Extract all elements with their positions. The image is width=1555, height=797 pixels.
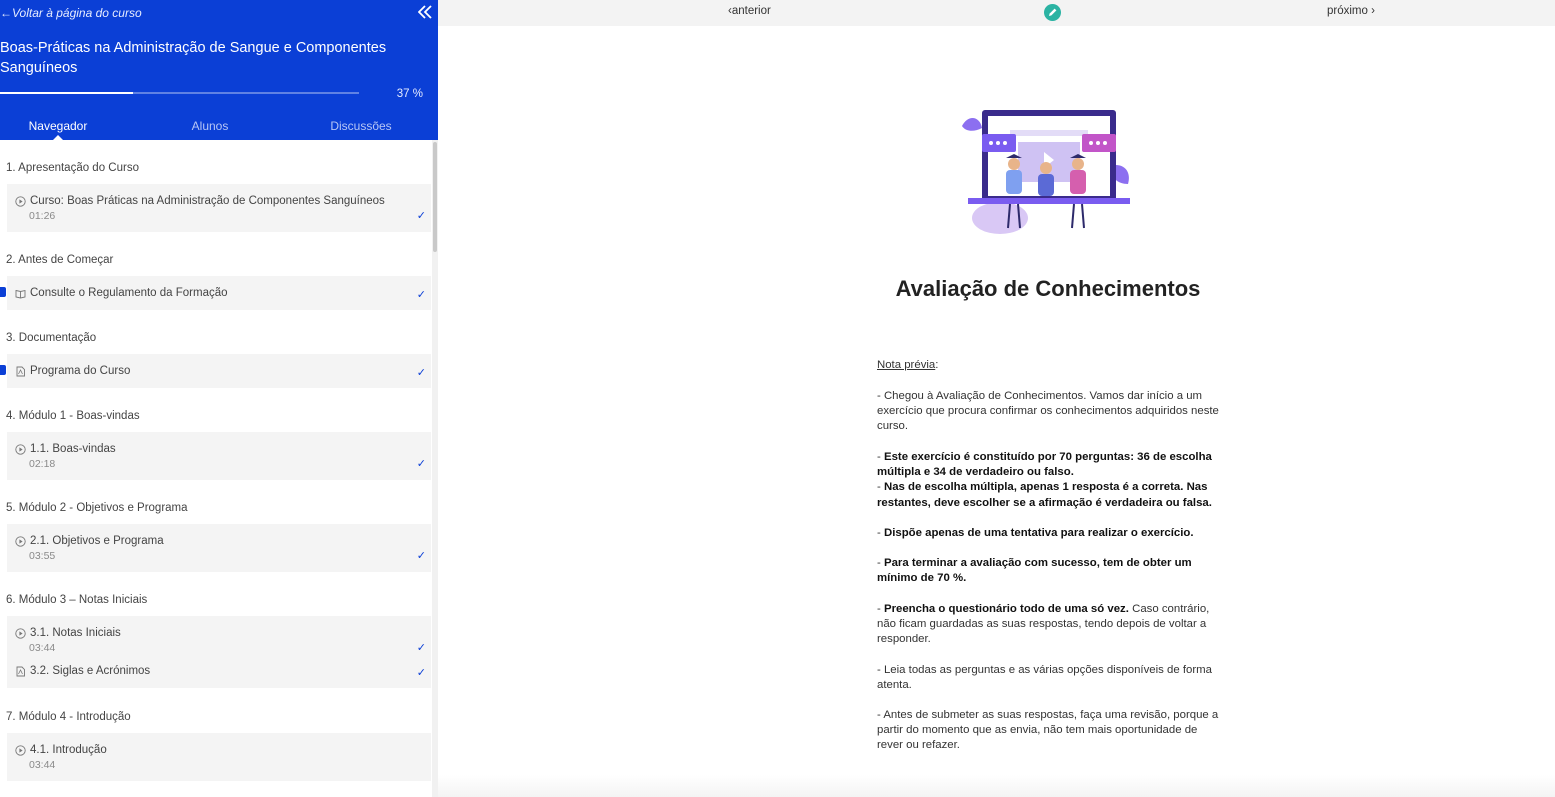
lesson-label: 3.1. Notas Iniciais [30, 627, 121, 639]
back-to-course-link[interactable]: ←Voltar à página do curso [0, 6, 142, 20]
lesson-item[interactable]: 2.1. Objetivos e Programa 03:55 ✓ [7, 524, 431, 572]
tab-discussoes[interactable]: Discussões [330, 119, 391, 133]
lesson-duration: 03:44 [29, 642, 56, 654]
section-title: 6. Módulo 3 – Notas Iniciais [6, 594, 148, 606]
play-circle-icon [15, 443, 26, 455]
paragraph: - Chegou à Avaliação de Conhecimentos. V… [877, 390, 1219, 433]
bold-text: Preencha o questionário todo de uma só v… [883, 603, 1129, 615]
bold-text: Para terminar a avaliação com sucesso, t… [877, 557, 1192, 585]
completed-check-icon: ✓ [416, 367, 426, 379]
play-circle-icon [15, 195, 26, 207]
lesson-topbar: ‹anterior próximo › [438, 0, 1555, 26]
paragraph: - Dispõe apenas de uma tentativa para re… [877, 527, 1194, 539]
section-title: 5. Módulo 2 - Objetivos e Programa [6, 502, 188, 514]
lesson-label: 1.1. Boas-vindas [30, 443, 116, 455]
course-navigator: 1. Apresentação do Curso Curso: Boas Prá… [0, 140, 432, 797]
section-title: 4. Módulo 1 - Boas-vindas [6, 410, 140, 422]
course-progress-bar [0, 92, 359, 94]
play-circle-icon [15, 744, 26, 756]
lesson-group: 3.1. Notas Iniciais 03:44 ✓ 3.2. Siglas … [7, 616, 431, 688]
sidebar-header: ←Voltar à página do curso Boas-Práticas … [0, 0, 438, 140]
bold-text: Nas de escolha múltipla, apenas 1 respos… [877, 481, 1212, 509]
lesson-item[interactable]: 4.1. Introdução 03:44 [7, 733, 431, 781]
course-title: Boas-Práticas na Administração de Sangue… [0, 40, 387, 76]
paragraph: - Antes de submeter as suas respostas, f… [877, 709, 1219, 752]
pdf-icon [16, 666, 25, 676]
paragraph: - Leia todas as perguntas e as várias op… [877, 664, 1212, 692]
section-title: 2. Antes de Começar [6, 254, 114, 266]
chevron-right-icon: › [1367, 5, 1375, 17]
scrollbar-thumb[interactable] [433, 142, 437, 252]
course-sidebar: ←Voltar à página do curso Boas-Práticas … [0, 0, 438, 797]
completed-check-icon: ✓ [416, 210, 426, 222]
completed-check-icon: ✓ [416, 550, 426, 562]
previous-label: anterior [731, 5, 771, 17]
play-circle-icon [15, 627, 26, 639]
lesson-label: 4.1. Introdução [30, 744, 107, 756]
paragraph: - Para terminar a avaliação com sucesso,… [877, 557, 1192, 585]
lesson-body: Avaliação de Conhecimentos Nota prévia: … [438, 26, 1555, 797]
play-circle-icon [15, 535, 26, 547]
section-title: 3. Documentação [6, 332, 97, 344]
edit-marker-icon [0, 365, 6, 375]
course-progress-fill [0, 92, 133, 94]
lesson-item[interactable]: 3.2. Siglas e Acrónimos [15, 665, 150, 677]
lesson-item[interactable]: Programa do Curso ✓ [7, 354, 431, 388]
lesson-label: 3.2. Siglas e Acrónimos [30, 665, 151, 677]
completed-check-icon: ✓ [416, 642, 426, 654]
collapse-sidebar-icon[interactable] [418, 4, 432, 20]
note-label: Nota prévia [877, 359, 936, 371]
bold-text: Este exercício é constituído por 70 perg… [877, 451, 1212, 479]
bottom-fade [438, 775, 1555, 797]
pdf-icon [16, 366, 25, 376]
completed-check-icon: ✓ [416, 289, 426, 301]
sidebar-tabs: Navegador Alunos Discussões [0, 110, 438, 140]
lesson-label: 2.1. Objetivos e Programa [30, 535, 164, 547]
note-label-line: Nota prévia: [877, 359, 939, 371]
lesson-duration: 01:26 [29, 210, 56, 222]
edit-button[interactable] [1044, 4, 1061, 21]
lesson-item[interactable]: 1.1. Boas-vindas 02:18 ✓ [7, 432, 431, 480]
section-title: 7. Módulo 4 - Introdução [6, 711, 131, 723]
previous-button[interactable]: ‹anterior [728, 5, 771, 17]
bold-text: Dispõe apenas de uma tentativa para real… [883, 527, 1194, 539]
next-button[interactable]: próximo › [1327, 5, 1375, 17]
paragraph: - Preencha o questionário todo de uma só… [877, 603, 1210, 646]
edit-marker-icon [0, 287, 6, 297]
lesson-label: Curso: Boas Práticas na Administração de… [30, 195, 385, 207]
lesson-content-area: ‹anterior próximo › Avaliação de Conheci… [438, 0, 1555, 797]
lesson-item[interactable]: 3.1. Notas Iniciais [15, 627, 121, 639]
lesson-item[interactable]: Consulte o Regulamento da Formação ✓ [7, 276, 431, 310]
completed-check-icon: ✓ [416, 458, 426, 470]
tab-navegador[interactable]: Navegador [29, 119, 88, 133]
lesson-duration: 03:55 [29, 550, 56, 562]
book-icon [15, 289, 26, 298]
lesson-item[interactable]: Curso: Boas Práticas na Administração de… [7, 184, 431, 232]
page-title: Avaliação de Conhecimentos [895, 276, 1201, 301]
lesson-label: Programa do Curso [30, 365, 131, 377]
next-label: próximo [1327, 5, 1368, 17]
lesson-duration: 03:44 [29, 759, 56, 771]
lesson-label: Consulte o Regulamento da Formação [30, 287, 228, 299]
tab-alunos[interactable]: Alunos [192, 119, 229, 133]
online-class-illustration [962, 110, 1130, 234]
completed-check-icon: ✓ [416, 667, 426, 679]
pencil-icon [1049, 8, 1057, 16]
paragraph: - Este exercício é constituído por 70 pe… [877, 451, 1212, 509]
lesson-duration: 02:18 [29, 458, 56, 470]
section-title: 1. Apresentação do Curso [6, 162, 139, 174]
course-progress-label: 37 % [396, 88, 423, 100]
